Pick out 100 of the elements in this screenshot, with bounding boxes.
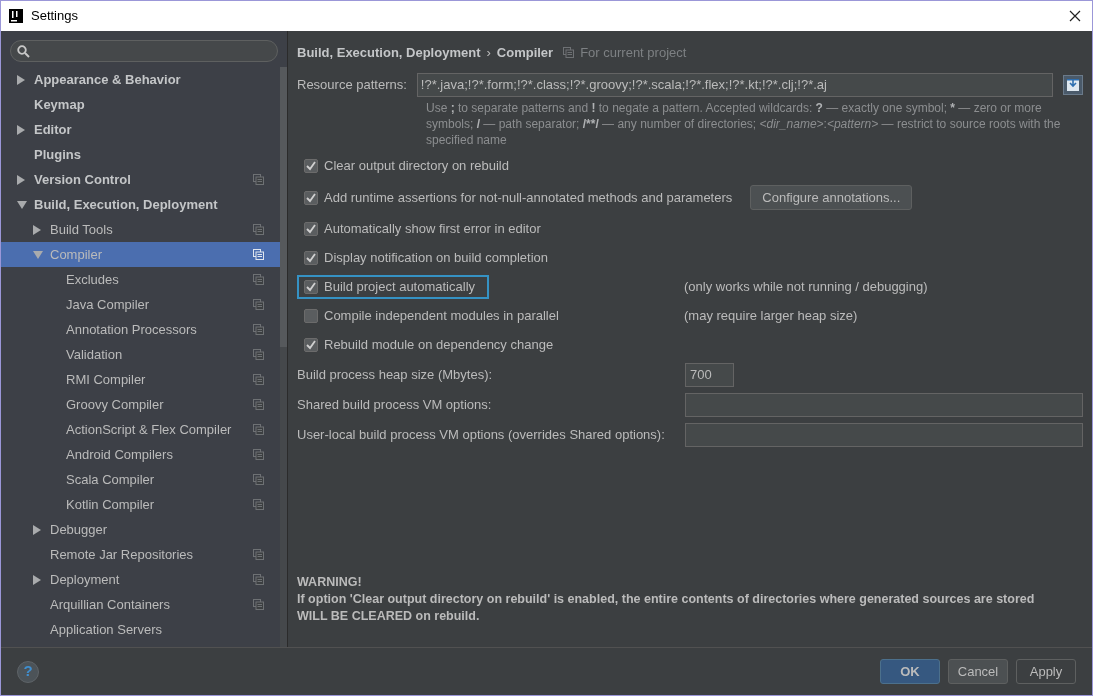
tree-item[interactable]: Arquillian Containers xyxy=(1,592,280,617)
tree-item-label: Groovy Compiler xyxy=(66,395,164,414)
tree-item-label: RMI Compiler xyxy=(66,370,146,389)
tree-item[interactable]: Application Servers xyxy=(1,617,280,642)
tree-item[interactable]: Remote Jar Repositories xyxy=(1,542,280,567)
field-label: User-local build process VM options (overrides Shared options): xyxy=(297,425,666,444)
tree-item[interactable]: Keymap xyxy=(1,92,280,117)
copy-icon xyxy=(253,599,264,610)
tree-item[interactable]: Debugger xyxy=(1,517,280,542)
copy-icon xyxy=(563,47,575,59)
dialog-button[interactable]: OK xyxy=(880,659,940,684)
copy-icon xyxy=(253,549,264,560)
expand-arrow-icon[interactable] xyxy=(33,574,41,585)
breadcrumb-parent[interactable]: Build, Execution, Deployment xyxy=(297,43,481,63)
text-field[interactable]: 700 xyxy=(685,362,734,387)
expand-field-icon[interactable] xyxy=(1063,74,1083,95)
checkbox[interactable] xyxy=(304,159,318,173)
tree-item[interactable]: Version Control xyxy=(1,167,280,192)
tree-item-label: ActionScript & Flex Compiler xyxy=(66,420,232,439)
tree-item-label: Build, Execution, Deployment xyxy=(34,195,218,214)
expand-arrow-icon[interactable] xyxy=(17,74,25,85)
tree-item[interactable]: Kotlin Compiler xyxy=(1,492,280,517)
expand-arrow-icon[interactable] xyxy=(17,174,25,185)
copy-icon xyxy=(253,174,264,185)
tree-item[interactable]: Deployment xyxy=(1,567,280,592)
tree-item-label: Appearance & Behavior xyxy=(34,70,181,89)
tree-item[interactable]: Android Compilers xyxy=(1,442,280,467)
checkbox-label: Compile independent modules in parallel xyxy=(324,307,559,326)
expand-arrow-icon[interactable] xyxy=(33,524,41,535)
close-icon[interactable] xyxy=(1069,10,1081,22)
scrollbar[interactable] xyxy=(280,67,287,647)
option-note: (may require larger heap size) xyxy=(684,307,858,326)
option-note: (only works while not running / debugging) xyxy=(684,278,928,297)
tree-item[interactable]: Java Compiler xyxy=(1,292,280,317)
checkbox-row[interactable]: Clear output directory on rebuild xyxy=(297,154,523,178)
text-field[interactable] xyxy=(685,422,1083,447)
configure-annotations-button[interactable]: Configure annotations... xyxy=(750,185,913,210)
warning-text: WILL BE CLEARED on rebuild. xyxy=(297,608,481,625)
tree-item[interactable]: Appearance & Behavior xyxy=(1,67,280,92)
tree-item-label: Editor xyxy=(34,120,72,139)
tree-item-label: Annotation Processors xyxy=(66,320,197,339)
tree-item[interactable]: Groovy Compiler xyxy=(1,392,280,417)
copy-icon xyxy=(253,374,264,385)
checkbox[interactable] xyxy=(304,222,318,236)
checkbox-row[interactable]: Rebuild module on dependency change xyxy=(297,333,568,357)
tree-item-label: Remote Jar Repositories xyxy=(50,545,194,564)
tree-item-label: Java Compiler xyxy=(66,295,150,314)
copy-icon xyxy=(253,574,264,585)
tree-item-label: Compiler xyxy=(50,245,102,264)
tree-item-label: Debugger xyxy=(50,520,108,539)
copy-icon xyxy=(253,449,264,460)
tree-item-label: Android Compilers xyxy=(66,445,173,464)
copy-icon xyxy=(253,249,264,260)
tree-item[interactable]: Validation xyxy=(1,342,280,367)
app-logo-icon xyxy=(9,9,23,23)
text-field[interactable] xyxy=(685,392,1083,417)
tree-item[interactable]: Scala Compiler xyxy=(1,467,280,492)
warning-text: If option 'Clear output directory on rebuild' is enabled, the entire contents of directories where generated sources are stored xyxy=(297,591,1036,608)
tree-item[interactable]: Annotation Processors xyxy=(1,317,280,342)
checkbox-label: Add runtime assertions for not-null-annotated methods and parameters xyxy=(324,188,733,207)
resource-patterns-field[interactable]: !?*.java;!?*.form;!?*.class;!?*.groovy;!?*.scala;!?*.flex;!?*.kt;!?*.clj;!?*.aj xyxy=(416,72,1053,97)
checkbox[interactable] xyxy=(304,338,318,352)
tree-item[interactable]: Build Tools xyxy=(1,217,280,242)
tree-item-label: Deployment xyxy=(50,570,120,589)
expand-arrow-icon[interactable] xyxy=(17,124,25,135)
tree-item[interactable]: ActionScript & Flex Compiler xyxy=(1,417,280,442)
copy-icon xyxy=(253,499,264,510)
checkbox[interactable] xyxy=(304,309,318,323)
focused-checkbox-row[interactable]: Build project automatically xyxy=(297,275,490,299)
copy-icon xyxy=(253,299,264,310)
copy-icon xyxy=(253,399,264,410)
dialog-button[interactable]: Cancel xyxy=(948,659,1008,684)
checkbox-row[interactable]: Compile independent modules in parallel xyxy=(297,304,573,328)
tree-item-label: Scala Compiler xyxy=(66,470,155,489)
tree-item-label: Kotlin Compiler xyxy=(66,495,155,514)
checkbox-row[interactable]: Automatically show first error in editor xyxy=(297,217,555,241)
tree-item[interactable]: RMI Compiler xyxy=(1,367,280,392)
tree-item[interactable]: Build, Execution, Deployment xyxy=(1,192,280,217)
tree-item-label: Arquillian Containers xyxy=(50,595,170,614)
tree-item[interactable]: Plugins xyxy=(1,142,280,167)
help-text: Use ; to separate patterns and ! to negate a pattern. Accepted wildcards: ? — exactly one symbol; * — zero or more symbols; / — path separator; /**/ — any number of directories; <dir_name>:<pattern> — restrict to source roots with the specified name xyxy=(426,99,1062,148)
checkbox-row[interactable]: Add runtime assertions for not-null-annotated methods and parameters xyxy=(297,185,747,210)
tree-item[interactable]: Excludes xyxy=(1,267,280,292)
checkbox-label: Display notification on build completion xyxy=(324,249,548,268)
copy-icon xyxy=(253,349,264,360)
collapse-arrow-icon[interactable] xyxy=(17,200,27,209)
tree-item-label: Validation xyxy=(66,345,123,364)
field-label: Shared build process VM options: xyxy=(297,395,493,414)
checkbox[interactable] xyxy=(304,190,318,205)
checkbox[interactable] xyxy=(304,280,318,294)
checkbox-label: Clear output directory on rebuild xyxy=(324,157,509,176)
search-icon xyxy=(17,44,30,58)
checkbox-row[interactable]: Display notification on build completion xyxy=(297,246,562,270)
breadcrumb-separator: › xyxy=(486,44,491,62)
checkbox[interactable] xyxy=(304,251,318,265)
expand-arrow-icon[interactable] xyxy=(33,224,41,235)
tree-item-label: Build Tools xyxy=(50,220,113,239)
tree-item[interactable]: Editor xyxy=(1,117,280,142)
breadcrumb-current: Compiler xyxy=(496,44,554,62)
search-field[interactable] xyxy=(10,40,278,62)
